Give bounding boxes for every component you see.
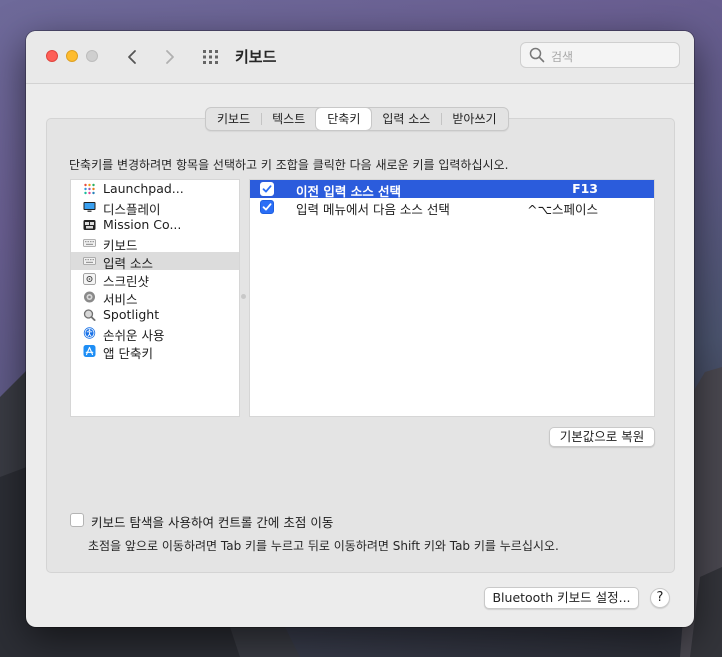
display-icon — [83, 202, 96, 212]
shortcut-key[interactable]: ^⌥스페이스 — [527, 199, 598, 218]
gear-icon — [84, 291, 95, 303]
category-item-keyboard[interactable]: 키보드 — [71, 234, 239, 253]
back-button[interactable] — [122, 46, 144, 68]
shortcut-label: 입력 메뉴에서 다음 소스 선택 — [296, 202, 450, 217]
launchpad-icon — [84, 183, 95, 195]
shortcut-list: 이전 입력 소스 선택 F13 입력 메뉴에서 다음 소스 선택 ^⌥스페이스 — [249, 179, 655, 417]
tab-shortcuts[interactable]: 단축키 — [316, 108, 372, 130]
app-store-icon — [83, 345, 96, 357]
category-item-launchpad[interactable]: Launchpad... — [71, 180, 239, 198]
bluetooth-keyboard-setup-button[interactable]: Bluetooth 키보드 설정... — [484, 587, 639, 609]
tab-bar: 키보드 텍스트 단축키 입력 소스 받아쓰기 — [205, 107, 509, 131]
tab-text[interactable]: 텍스트 — [261, 108, 316, 130]
category-item-accessibility[interactable]: 손쉬운 사용 — [71, 324, 239, 343]
shortcut-checkbox[interactable] — [260, 200, 274, 214]
tab-keyboard[interactable]: 키보드 — [206, 108, 261, 130]
screenshot-icon — [83, 273, 96, 285]
help-button[interactable]: ? — [650, 588, 670, 608]
chevron-left-icon — [128, 50, 136, 64]
spotlight-icon — [83, 309, 96, 321]
minimize-button[interactable] — [66, 50, 78, 62]
close-button[interactable] — [46, 50, 58, 62]
keyboard-navigation-hint: 초점을 앞으로 이동하려면 Tab 키를 누르고 뒤로 이동하려면 Shift … — [88, 539, 559, 553]
input-source-icon — [83, 257, 96, 265]
category-item-app-shortcuts[interactable]: 앱 단축키 — [71, 342, 239, 361]
search-field[interactable]: 검색 — [520, 42, 680, 68]
grid-icon — [203, 50, 218, 64]
shortcuts-panel: 단축키를 변경하려면 항목을 선택하고 키 조합을 클릭한 다음 새로운 키를 … — [46, 118, 675, 573]
mission-control-icon — [83, 220, 96, 230]
keyboard-preferences-window: 키보드 검색 키보드 텍스트 단축키 입력 소스 받아쓰기 단축키를 변경하려면… — [26, 31, 694, 627]
instruction-text: 단축키를 변경하려면 항목을 선택하고 키 조합을 클릭한 다음 새로운 키를 … — [69, 158, 509, 172]
category-item-mission-control[interactable]: Mission Co... — [71, 216, 239, 234]
category-label: 앱 단축키 — [103, 346, 153, 361]
titlebar: 키보드 검색 — [26, 31, 694, 84]
category-item-services[interactable]: 서비스 — [71, 288, 239, 307]
keyboard-navigation-checkbox[interactable] — [70, 513, 84, 527]
search-icon — [529, 47, 545, 63]
shortcut-checkbox[interactable] — [260, 182, 274, 196]
keyboard-navigation-label: 키보드 탐색을 사용하여 컨트롤 간에 초점 이동 — [91, 515, 334, 530]
category-item-spotlight[interactable]: Spotlight — [71, 306, 239, 324]
chevron-right-icon — [166, 50, 174, 64]
tab-dictation[interactable]: 받아쓰기 — [441, 108, 507, 130]
keyboard-icon — [83, 239, 96, 247]
shortcut-row[interactable]: 입력 메뉴에서 다음 소스 선택 ^⌥스페이스 — [250, 198, 654, 218]
show-all-button[interactable] — [202, 49, 220, 65]
shortcut-key[interactable]: F13 — [572, 181, 598, 196]
restore-defaults-button[interactable]: 기본값으로 복원 — [549, 427, 655, 447]
checkmark-icon — [262, 203, 272, 211]
accessibility-icon — [83, 327, 96, 339]
shortcut-row[interactable]: 이전 입력 소스 선택 F13 — [250, 180, 654, 199]
category-item-display[interactable]: 디스플레이 — [71, 198, 239, 217]
window-title: 키보드 — [235, 48, 277, 66]
category-list: Launchpad... 디스플레이 Mission Co... 키보드 입력 … — [70, 179, 240, 417]
category-item-screenshots[interactable]: 스크린샷 — [71, 270, 239, 289]
forward-button[interactable] — [158, 46, 180, 68]
category-label: Mission Co... — [103, 217, 182, 232]
category-label: Launchpad... — [103, 181, 184, 196]
tab-input-sources[interactable]: 입력 소스 — [371, 108, 441, 130]
split-view-handle[interactable] — [241, 294, 246, 299]
checkmark-icon — [262, 185, 272, 193]
search-placeholder: 검색 — [551, 50, 574, 64]
category-label: Spotlight — [103, 307, 160, 322]
category-item-input-sources[interactable]: 입력 소스 — [71, 252, 239, 271]
zoom-button[interactable] — [86, 50, 98, 62]
